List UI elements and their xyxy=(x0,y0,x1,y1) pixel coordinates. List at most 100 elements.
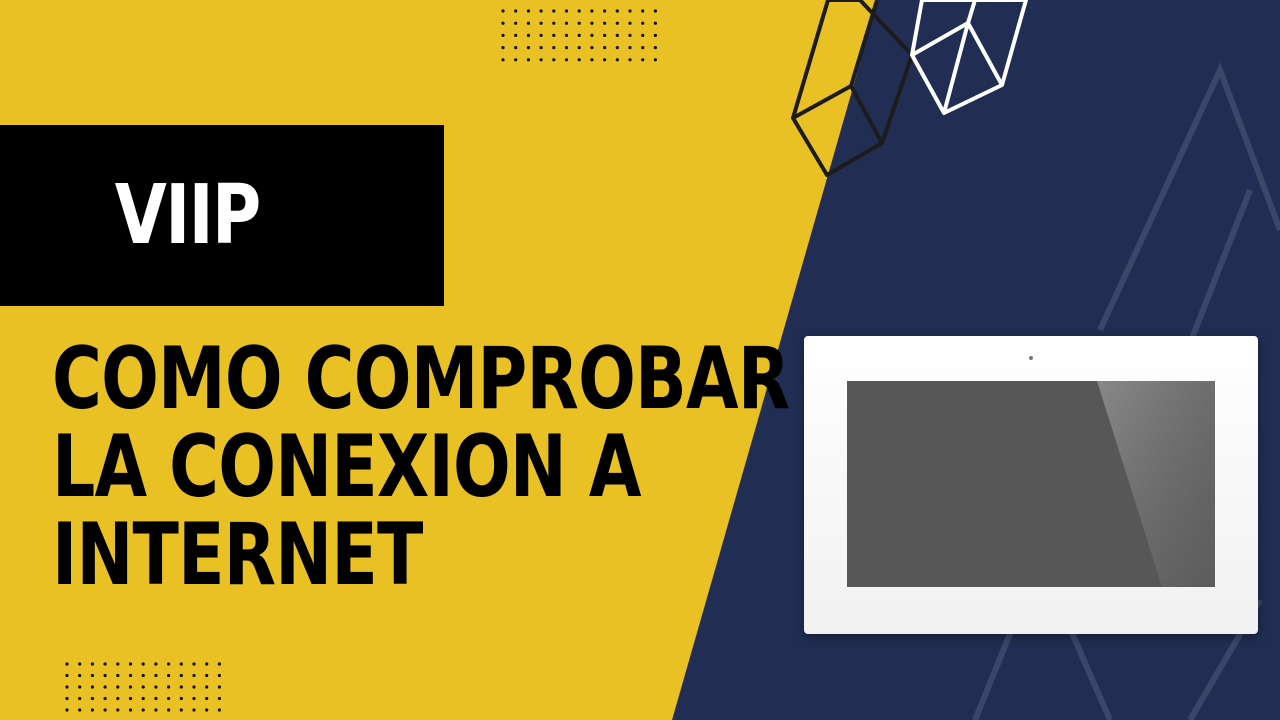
dot xyxy=(564,9,569,13)
dot xyxy=(653,21,658,25)
dot xyxy=(603,46,607,50)
dot xyxy=(526,58,531,62)
dot xyxy=(615,9,619,13)
dot xyxy=(205,696,209,701)
dot xyxy=(501,33,505,38)
dot xyxy=(128,673,133,678)
dot xyxy=(514,21,518,25)
dot xyxy=(641,33,645,38)
dot xyxy=(564,21,569,25)
dot xyxy=(179,662,183,666)
dot xyxy=(526,33,531,38)
dot xyxy=(217,708,221,712)
dot xyxy=(78,673,82,678)
dot xyxy=(65,685,69,689)
dot xyxy=(192,662,196,666)
dot xyxy=(90,673,94,678)
dot xyxy=(179,673,183,678)
dot xyxy=(78,662,82,666)
dot xyxy=(615,58,619,62)
dot xyxy=(590,9,594,13)
dot xyxy=(103,673,107,678)
dot xyxy=(205,685,209,689)
dot xyxy=(116,696,120,701)
dot xyxy=(116,662,120,666)
dot xyxy=(205,708,209,712)
dot xyxy=(628,33,632,38)
dot xyxy=(217,662,221,666)
dot xyxy=(603,33,607,38)
headline-line-1: COMO COMPROBAR xyxy=(52,329,790,429)
dot xyxy=(128,708,133,712)
dot xyxy=(577,9,581,13)
dot xyxy=(65,673,69,678)
dot xyxy=(154,696,158,701)
dot xyxy=(539,46,543,50)
dot xyxy=(128,662,133,666)
monitor-screen xyxy=(847,381,1215,587)
dot xyxy=(577,58,581,62)
dot xyxy=(217,685,221,689)
dot xyxy=(90,696,94,701)
dot xyxy=(564,58,569,62)
dot xyxy=(526,21,531,25)
dot xyxy=(141,708,145,712)
dot xyxy=(552,21,556,25)
dot xyxy=(577,46,581,50)
dot xyxy=(167,673,171,678)
camera-icon xyxy=(1029,356,1033,360)
dot xyxy=(154,708,158,712)
dot xyxy=(641,21,645,25)
dot xyxy=(514,9,518,13)
dot xyxy=(78,696,82,701)
dot xyxy=(603,21,607,25)
dot xyxy=(539,33,543,38)
dot xyxy=(103,696,107,701)
dot xyxy=(179,696,183,701)
screen-glare xyxy=(1097,381,1215,587)
dot xyxy=(552,58,556,62)
dot xyxy=(167,685,171,689)
dot xyxy=(154,673,158,678)
dot xyxy=(205,673,209,678)
dot xyxy=(78,685,82,689)
dot xyxy=(653,58,658,62)
dot xyxy=(103,685,107,689)
dot xyxy=(552,9,556,13)
dot xyxy=(514,58,518,62)
dot xyxy=(526,46,531,50)
dot xyxy=(192,696,196,701)
dot xyxy=(65,696,69,701)
dot xyxy=(154,685,158,689)
dot xyxy=(653,46,658,50)
brand-banner: VIIP xyxy=(0,125,444,306)
dot xyxy=(501,58,505,62)
dot xyxy=(641,9,645,13)
dot xyxy=(192,685,196,689)
dot xyxy=(128,696,133,701)
dot xyxy=(167,696,171,701)
dot xyxy=(78,708,82,712)
dot xyxy=(90,685,94,689)
dot xyxy=(65,662,69,666)
dot xyxy=(615,33,619,38)
dot xyxy=(65,708,69,712)
dot xyxy=(628,58,632,62)
dot xyxy=(501,46,505,50)
headline-line-3: INTERNET xyxy=(52,505,423,605)
dot xyxy=(628,9,632,13)
dot xyxy=(628,46,632,50)
dot xyxy=(116,708,120,712)
dot xyxy=(154,662,158,666)
dot xyxy=(116,685,120,689)
dot xyxy=(564,46,569,50)
dot xyxy=(628,21,632,25)
dot xyxy=(103,662,107,666)
dot xyxy=(615,21,619,25)
dot xyxy=(103,708,107,712)
dot xyxy=(564,33,569,38)
brand-logo-text: VIIP xyxy=(114,168,261,263)
dot xyxy=(641,58,645,62)
dot xyxy=(514,33,518,38)
dot xyxy=(141,685,145,689)
